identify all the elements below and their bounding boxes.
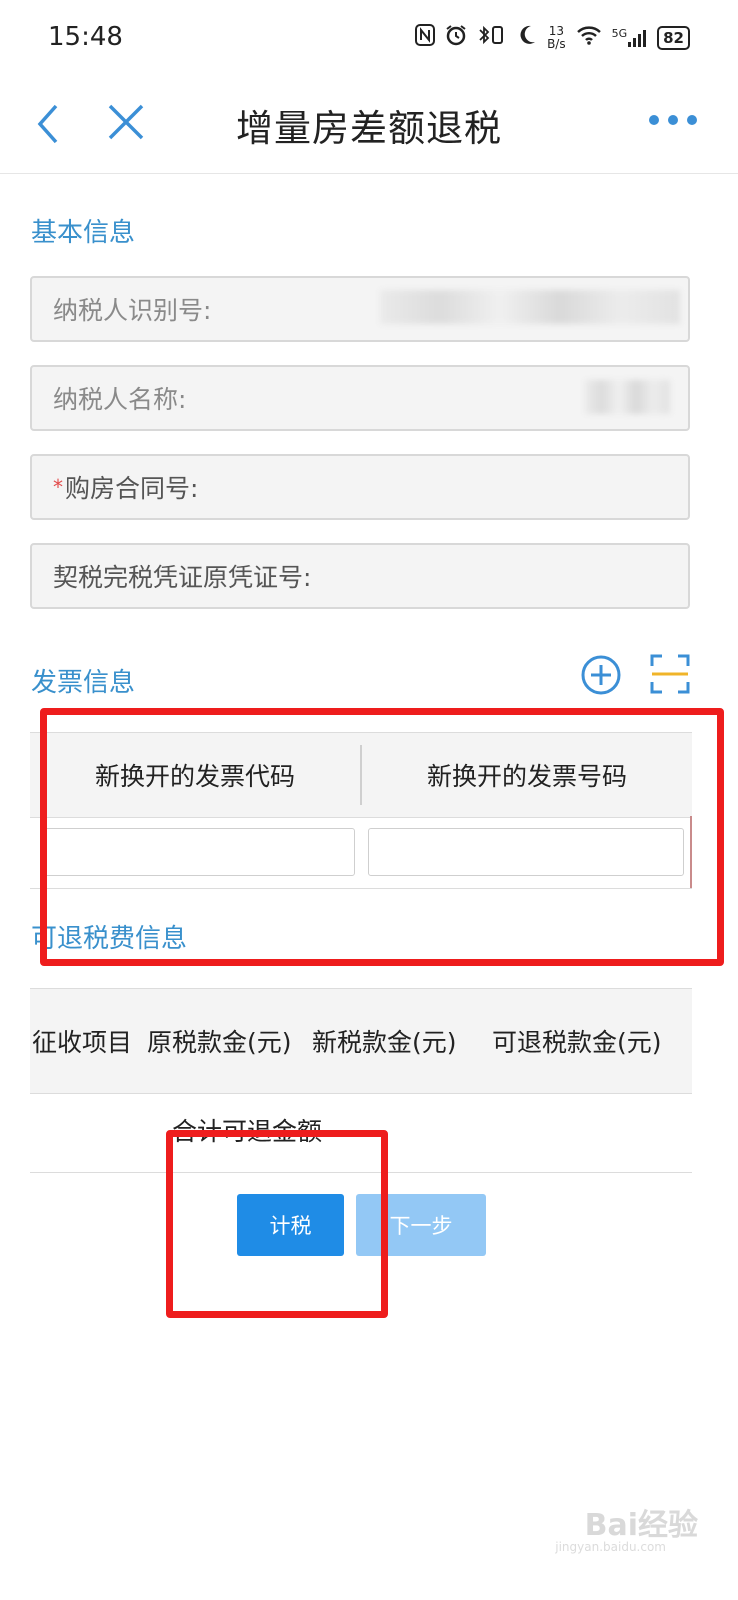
section-title-refund-info: 可退税费信息 [31,924,188,954]
invoice-number-input[interactable] [368,828,684,876]
column-header: 新换开的发票号码 [426,762,627,791]
section-title-basic-info: 基本信息 [31,218,136,248]
column-header: 新换开的发票代码 [94,762,295,791]
divider [30,888,692,889]
calculate-tax-button[interactable]: 计税 [237,1194,344,1256]
network-speed: 13 B/s [547,24,566,51]
moon-icon [517,24,537,52]
invoice-code-input[interactable] [40,828,355,876]
page-title: 增量房差额退税 [236,107,502,150]
status-time: 15:48 [48,22,123,52]
field-label: 纳税人识别号: [53,296,212,325]
nfc-icon [415,24,436,52]
redacted-value [585,380,670,414]
watermark-logo: Bai经验 [584,1508,698,1543]
add-invoice-button[interactable] [580,654,622,700]
battery-indicator: 82 [657,26,690,50]
nav-bar: 增量房差额退税 [0,80,738,174]
column-header: 可退税款金(元) [492,1028,662,1057]
redacted-value [380,290,680,324]
field-label: 购房合同号: [65,474,199,503]
scan-invoice-button[interactable] [650,654,690,698]
wifi-icon [576,24,602,52]
watermark-url: jingyan.baidu.com [555,1540,666,1554]
column-header: 新税款金(元) [312,1028,457,1057]
total-refund-label: 合计可退金额 [172,1117,323,1146]
invoice-table-header: 新换开的发票代码 新换开的发票号码 [30,732,692,818]
section-title-invoice-info: 发票信息 [31,668,136,698]
status-bar: 15:48 13 B/s 5G 82 [0,0,738,80]
column-header: 原税款金(元) [147,1028,292,1057]
required-mark: * [53,475,63,499]
cellular-signal-icon: 5G [612,27,648,49]
column-header: 征收项目 [32,1028,133,1057]
field-label: 契税完税凭证原凭证号: [53,563,312,592]
more-button[interactable] [648,112,698,132]
divider [30,1172,692,1173]
bluetooth-vibrate-icon [477,24,507,52]
scan-icon [650,654,690,694]
status-icons: 13 B/s 5G 82 [415,24,690,52]
row-edge [690,816,692,888]
deed-tax-voucher-field[interactable]: 契税完税凭证原凭证号: [30,543,690,609]
purchase-contract-field[interactable]: * 购房合同号: [30,454,690,520]
plus-circle-icon [581,655,621,695]
refund-table-header: 征收项目 原税款金(元) 新税款金(元) 可退税款金(元) [30,988,692,1094]
field-label: 纳税人名称: [53,385,187,414]
more-dots-icon [649,115,697,125]
alarm-icon [445,24,467,52]
next-step-button[interactable]: 下一步 [356,1194,486,1256]
